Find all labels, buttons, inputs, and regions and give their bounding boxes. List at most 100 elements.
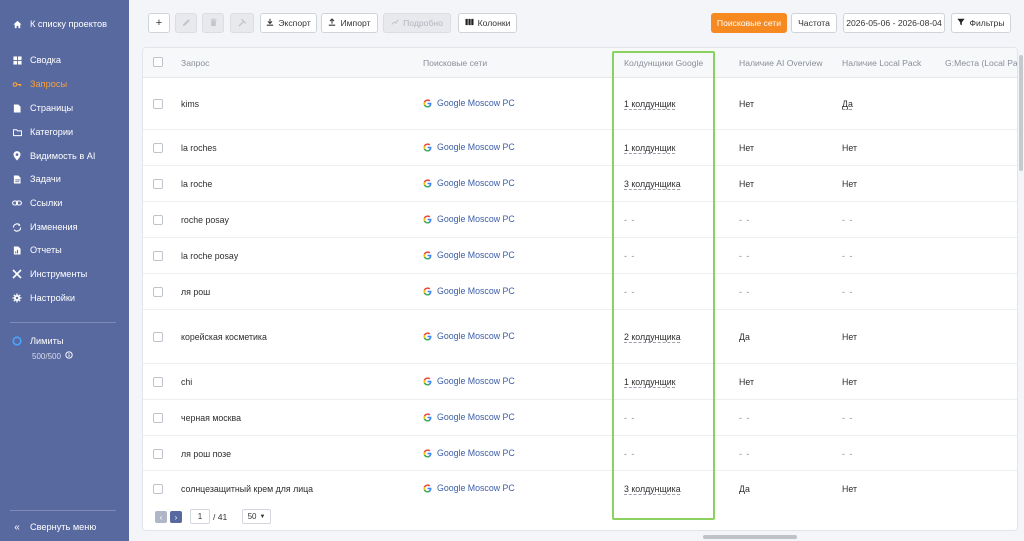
engine-cell[interactable]: Google Moscow PC: [423, 448, 515, 458]
sidebar-item-location[interactable]: Видимость в AI: [12, 147, 95, 165]
query-cell[interactable]: roche posay: [181, 215, 229, 225]
column-header-local-places[interactable]: G:Места (Local Pa: [945, 58, 1017, 68]
column-header-query[interactable]: Запрос: [181, 58, 209, 68]
limits-item[interactable]: Лимиты: [12, 332, 63, 350]
engine-cell[interactable]: Google Moscow PC: [423, 376, 515, 386]
sidebar-item-key[interactable]: Запросы: [12, 75, 67, 93]
table-row[interactable]: корейская косметика Google Moscow PC 2 кол…: [143, 310, 1017, 364]
engine-cell[interactable]: Google Moscow PC: [423, 250, 515, 260]
wizards-cell[interactable]: 1 колдунщик: [624, 377, 676, 387]
sidebar-item-changes[interactable]: Изменения: [12, 218, 78, 236]
query-cell[interactable]: la roches: [181, 143, 217, 153]
folder-icon: [12, 127, 22, 137]
row-checkbox[interactable]: [153, 484, 163, 494]
table-row[interactable]: черная москва Google Moscow PC - - - - - -: [143, 400, 1017, 436]
engine-cell[interactable]: Google Moscow PC: [423, 178, 515, 188]
engine-cell[interactable]: Google Moscow PC: [423, 142, 515, 152]
engine-label: Google Moscow PC: [437, 178, 515, 188]
collapse-menu-button[interactable]: « Свернуть меню: [12, 518, 96, 536]
sidebar-item-page[interactable]: Страницы: [12, 99, 73, 117]
wizards-cell[interactable]: 3 колдунщика: [624, 484, 681, 494]
page-number-input[interactable]: 1: [190, 509, 210, 524]
download-icon: [266, 18, 274, 28]
limits-value: 500/500: [32, 351, 61, 361]
query-cell[interactable]: корейская косметика: [181, 332, 267, 342]
info-icon[interactable]: [65, 351, 73, 361]
engine-label: Google Moscow PC: [437, 448, 515, 458]
table-row[interactable]: la roches Google Moscow PC 1 колдунщик Нет Н…: [143, 130, 1017, 166]
local-pack-cell: - -: [842, 215, 854, 225]
query-cell[interactable]: ля рош: [181, 287, 210, 297]
wizards-cell[interactable]: 2 колдунщика: [624, 332, 681, 342]
engine-cell[interactable]: Google Moscow PC: [423, 286, 515, 296]
row-checkbox[interactable]: [153, 332, 163, 342]
engine-cell[interactable]: Google Moscow PC: [423, 483, 515, 493]
sidebar-item-dashboard[interactable]: Сводка: [12, 51, 61, 69]
column-header-ai-overview[interactable]: Наличие AI Overview: [739, 58, 823, 68]
wizards-cell[interactable]: 1 колдунщик: [624, 143, 676, 153]
prev-page-button[interactable]: ‹: [155, 511, 167, 523]
column-header-local-pack[interactable]: Наличие Local Pack: [842, 58, 921, 68]
row-checkbox[interactable]: [153, 215, 163, 225]
sidebar-item-folder[interactable]: Категории: [12, 123, 73, 141]
table-row[interactable]: ля рош Google Moscow PC - - - - - -: [143, 274, 1017, 310]
sidebar-item-tools[interactable]: Инструменты: [12, 265, 87, 283]
row-checkbox[interactable]: [153, 179, 163, 189]
table-row[interactable]: chi Google Moscow PC 1 колдунщик Нет Нет: [143, 364, 1017, 400]
engine-cell[interactable]: Google Moscow PC: [423, 214, 515, 224]
back-to-projects-link[interactable]: К списку проектов: [12, 15, 107, 33]
row-checkbox[interactable]: [153, 143, 163, 153]
row-checkbox[interactable]: [153, 377, 163, 387]
column-header-engines[interactable]: Поисковые сети: [423, 58, 487, 68]
wizards-cell[interactable]: 3 колдунщика: [624, 179, 681, 189]
columns-button[interactable]: Колонки: [458, 13, 517, 33]
edit-button[interactable]: [175, 13, 197, 33]
sidebar-item-gear[interactable]: Настройки: [12, 289, 75, 307]
engine-cell[interactable]: Google Moscow PC: [423, 98, 515, 108]
query-cell[interactable]: kims: [181, 99, 199, 109]
query-cell[interactable]: la roche: [181, 179, 212, 189]
tools-button[interactable]: [230, 13, 254, 33]
date-range-picker[interactable]: 2026-05-06 - 2026-08-04: [843, 13, 945, 33]
add-query-button[interactable]: +: [148, 13, 170, 33]
search-engines-button[interactable]: Поисковые сети: [711, 13, 787, 33]
query-cell[interactable]: chi: [181, 377, 192, 387]
table-row[interactable]: ля рош позе Google Moscow PC - - - - - -: [143, 436, 1017, 471]
import-button[interactable]: Импорт: [321, 13, 378, 33]
local-pack-cell[interactable]: Да: [842, 99, 853, 109]
filters-button[interactable]: Фильтры: [951, 13, 1011, 33]
row-checkbox[interactable]: [153, 449, 163, 459]
query-cell[interactable]: la roche posay: [181, 251, 238, 261]
row-checkbox[interactable]: [153, 99, 163, 109]
delete-button[interactable]: [202, 13, 224, 33]
table-row[interactable]: kims Google Moscow PC 1 колдунщик Нет Да: [143, 78, 1017, 130]
sidebar-item-link[interactable]: Ссылки: [12, 194, 62, 212]
frequency-button[interactable]: Частота: [791, 13, 837, 33]
caret-down-icon: ▼: [259, 513, 266, 520]
details-button[interactable]: Подробно: [383, 13, 451, 33]
sidebar-item-label: Категории: [30, 127, 74, 137]
row-checkbox[interactable]: [153, 287, 163, 297]
column-header-wizards[interactable]: Колдунщики Google: [624, 58, 703, 68]
sidebar-item-report[interactable]: Отчеты: [12, 241, 62, 259]
next-page-button[interactable]: ›: [170, 511, 182, 523]
table-row[interactable]: la roche posay Google Moscow PC - - - - - -: [143, 238, 1017, 274]
row-checkbox[interactable]: [153, 413, 163, 423]
per-page-select[interactable]: 50 ▼: [242, 509, 271, 524]
engine-cell[interactable]: Google Moscow PC: [423, 331, 515, 341]
sidebar-item-task[interactable]: Задачи: [12, 170, 61, 188]
query-cell[interactable]: ля рош позе: [181, 449, 231, 459]
query-cell[interactable]: черная москва: [181, 413, 241, 423]
engine-cell[interactable]: Google Moscow PC: [423, 412, 515, 422]
vertical-scrollbar[interactable]: [1019, 55, 1023, 171]
select-all-checkbox[interactable]: [153, 57, 163, 67]
wizards-cell[interactable]: 1 колдунщик: [624, 99, 676, 109]
export-button[interactable]: Экспорт: [260, 13, 317, 33]
query-cell[interactable]: солнцезащитный крем для лица: [181, 484, 313, 494]
horizontal-scrollbar[interactable]: [703, 535, 797, 539]
upload-icon: [328, 18, 336, 28]
row-checkbox[interactable]: [153, 251, 163, 261]
table-row[interactable]: la roche Google Moscow PC 3 колдунщика Нет Н…: [143, 166, 1017, 202]
table-row[interactable]: солнцезащитный крем для лица Google Mosco…: [143, 471, 1017, 507]
table-row[interactable]: roche posay Google Moscow PC - - - - - -: [143, 202, 1017, 238]
